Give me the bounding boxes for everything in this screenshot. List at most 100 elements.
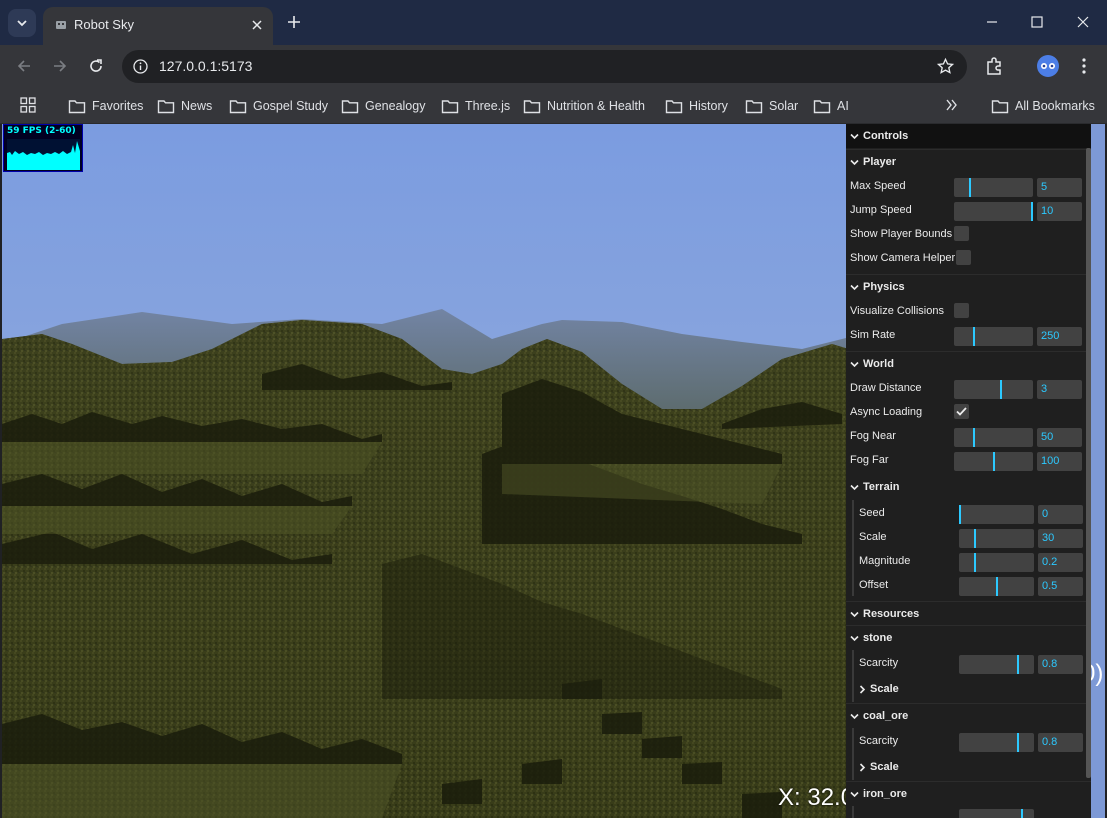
- show-camera-helper-checkbox[interactable]: [956, 250, 971, 265]
- fog-near-slider[interactable]: [954, 428, 1033, 447]
- maximize-icon[interactable]: [1027, 12, 1047, 32]
- chevron-down-icon: [850, 159, 859, 166]
- site-info-icon[interactable]: [132, 58, 149, 75]
- jump-speed-label: Jump Speed: [850, 204, 912, 216]
- slider-thumb[interactable]: [1017, 655, 1019, 674]
- bookmark-item[interactable]: Favorites: [68, 96, 143, 116]
- chevron-down-icon: [850, 791, 859, 798]
- max-speed-slider[interactable]: [954, 178, 1033, 197]
- checkmark-icon: [956, 407, 967, 416]
- close-window-icon[interactable]: [1073, 12, 1093, 32]
- extensions-icon[interactable]: [983, 55, 1005, 77]
- fps-stats-panel[interactable]: 59 FPS (2-60): [3, 124, 83, 172]
- magnitude-input[interactable]: 0.2: [1038, 553, 1083, 572]
- reload-icon[interactable]: [86, 56, 106, 76]
- resources-folder[interactable]: Resources: [846, 601, 1091, 625]
- folder-title: Player: [863, 156, 897, 168]
- stone-scale-folder[interactable]: Scale: [854, 678, 1091, 702]
- controls-title-bar[interactable]: Controls: [846, 124, 1091, 148]
- bookmark-item[interactable]: News: [157, 96, 212, 116]
- new-tab-icon[interactable]: [284, 12, 304, 32]
- physics-folder[interactable]: Physics: [846, 274, 1091, 298]
- seed-slider[interactable]: [959, 505, 1034, 524]
- coal-ore-scarcity-slider[interactable]: [959, 733, 1034, 752]
- offset-input[interactable]: 0.5: [1038, 577, 1083, 596]
- fog-far-input[interactable]: 100: [1037, 452, 1082, 471]
- bookmark-item[interactable]: Three.js: [441, 96, 510, 116]
- controls-scrollbar[interactable]: [1086, 148, 1091, 778]
- folder-title: Physics: [863, 281, 905, 293]
- sim-rate-input[interactable]: 250: [1037, 327, 1082, 346]
- profile-icon: [1041, 63, 1055, 69]
- slider-thumb[interactable]: [1017, 733, 1019, 752]
- coal-ore-folder[interactable]: coal_ore: [846, 703, 1091, 727]
- folder-icon: [523, 99, 541, 113]
- slider-thumb[interactable]: [974, 529, 976, 548]
- slider-thumb[interactable]: [959, 505, 961, 524]
- draw-distance-slider[interactable]: [954, 380, 1033, 399]
- address-bar[interactable]: 127.0.0.1:5173: [122, 50, 967, 83]
- jump-speed-input[interactable]: 10: [1037, 202, 1082, 221]
- slider-thumb[interactable]: [1021, 809, 1023, 818]
- fog-near-input[interactable]: 50: [1037, 428, 1082, 447]
- fog-far-slider[interactable]: [954, 452, 1033, 471]
- visualize-collisions-checkbox[interactable]: [954, 303, 969, 318]
- forward-arrow-icon[interactable]: [50, 56, 70, 76]
- more-bookmarks-icon[interactable]: [945, 98, 959, 112]
- slider-thumb[interactable]: [969, 178, 971, 197]
- player-folder[interactable]: Player: [846, 149, 1091, 173]
- bookmark-item[interactable]: Solar: [745, 96, 798, 116]
- scale-input[interactable]: 30: [1038, 529, 1083, 548]
- bookmark-item[interactable]: Nutrition & Health: [523, 96, 645, 116]
- apps-grid-icon[interactable]: [20, 97, 36, 113]
- bookmark-item[interactable]: AI: [813, 96, 849, 116]
- bookmark-star-icon[interactable]: [936, 57, 955, 76]
- slider-thumb[interactable]: [974, 553, 976, 572]
- coal-ore-scale-folder[interactable]: Scale: [854, 756, 1091, 780]
- coal-ore-scarcity-input[interactable]: 0.8: [1038, 733, 1083, 752]
- tab-search-button[interactable]: [8, 9, 36, 37]
- slider-thumb[interactable]: [993, 452, 995, 471]
- iron-ore-folder[interactable]: iron_ore: [846, 781, 1091, 805]
- close-tab-icon[interactable]: [249, 17, 265, 33]
- async-loading-checkbox[interactable]: [954, 404, 969, 419]
- bookmark-label: Gospel Study: [253, 99, 329, 113]
- slider-thumb[interactable]: [996, 577, 998, 596]
- bookmark-item[interactable]: Gospel Study: [229, 96, 328, 116]
- offset-slider[interactable]: [959, 577, 1034, 596]
- world-folder[interactable]: World: [846, 351, 1091, 375]
- slider-thumb[interactable]: [973, 428, 975, 447]
- toolbar: 127.0.0.1:5173: [0, 45, 1107, 88]
- stone-scarcity-input[interactable]: 0.8: [1038, 655, 1083, 674]
- fps-text: 59 FPS (2-60): [7, 126, 76, 136]
- slider-thumb[interactable]: [1031, 202, 1033, 221]
- stone-scarcity-slider[interactable]: [959, 655, 1034, 674]
- slider-thumb[interactable]: [1000, 380, 1002, 399]
- show-camera-helper-row: Show Camera Helper: [846, 247, 1091, 271]
- jump-speed-row: Jump Speed 10: [846, 199, 1091, 223]
- iron-ore-scarcity-slider[interactable]: [959, 809, 1034, 818]
- all-bookmarks-button[interactable]: All Bookmarks: [991, 96, 1095, 116]
- sim-rate-slider[interactable]: [954, 327, 1033, 346]
- draw-distance-input[interactable]: 3: [1037, 380, 1082, 399]
- active-tab[interactable]: Robot Sky: [43, 7, 273, 45]
- minimize-icon[interactable]: [982, 12, 1002, 32]
- magnitude-slider[interactable]: [959, 553, 1034, 572]
- slider-thumb[interactable]: [973, 327, 975, 346]
- folder-icon: [157, 99, 175, 113]
- jump-speed-slider[interactable]: [954, 202, 1033, 221]
- bookmark-item[interactable]: Genealogy: [341, 96, 425, 116]
- bookmark-item[interactable]: History: [665, 96, 728, 116]
- seed-input[interactable]: 0: [1038, 505, 1083, 524]
- bookmark-label: History: [689, 99, 728, 113]
- scale-slider[interactable]: [959, 529, 1034, 548]
- profile-avatar[interactable]: [1037, 55, 1059, 77]
- fog-far-label: Fog Far: [850, 454, 889, 466]
- more-menu-icon[interactable]: [1073, 55, 1095, 77]
- show-player-bounds-checkbox[interactable]: [954, 226, 969, 241]
- max-speed-input[interactable]: 5: [1037, 178, 1082, 197]
- folder-icon: [68, 99, 86, 113]
- stone-folder[interactable]: stone: [846, 625, 1091, 649]
- back-arrow-icon[interactable]: [14, 56, 34, 76]
- terrain-folder[interactable]: Terrain: [846, 475, 1091, 499]
